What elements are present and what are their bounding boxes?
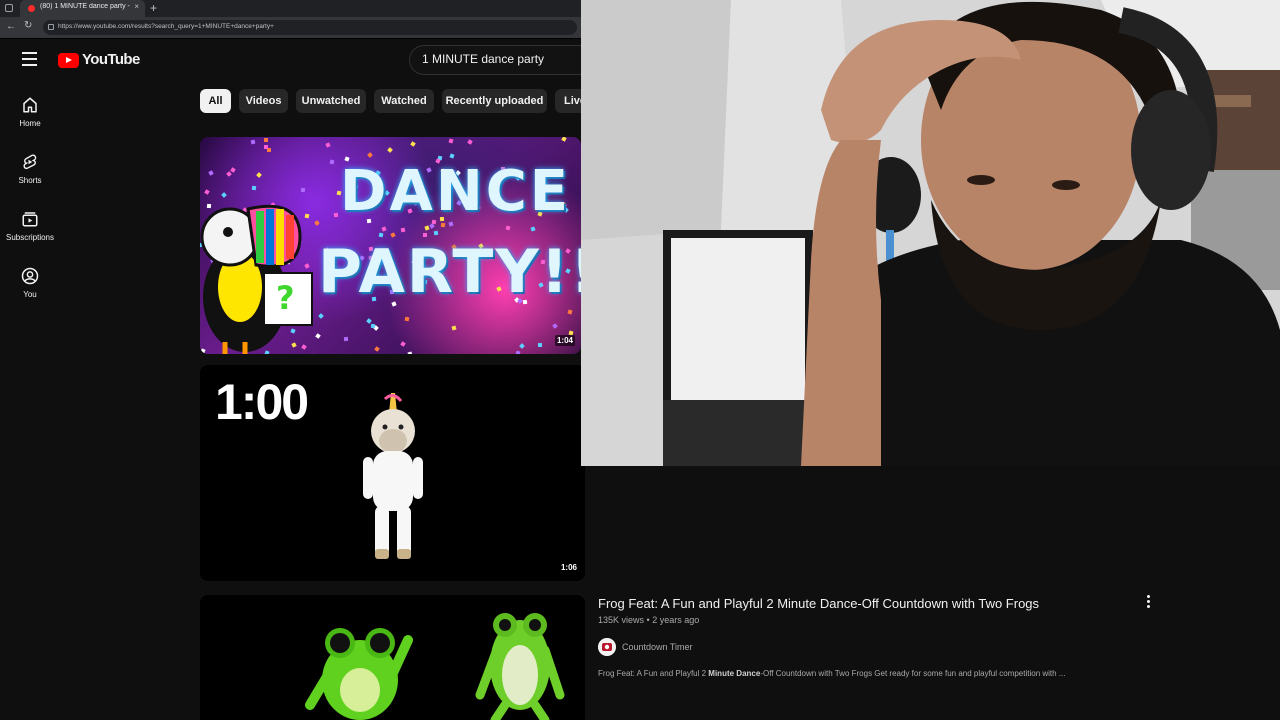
- unicorn-character-image: [363, 393, 423, 559]
- desc-highlight: Minute Dance: [708, 669, 761, 678]
- confetti-piece: [505, 225, 511, 231]
- channel-name-link[interactable]: Countdown Timer: [622, 642, 693, 652]
- sidebar-item-subscriptions[interactable]: Subscriptions: [0, 210, 60, 242]
- tab-close-icon[interactable]: ×: [134, 2, 139, 11]
- tab-search-icon[interactable]: [5, 4, 13, 12]
- confetti-piece: [537, 342, 543, 347]
- confetti-piece: [343, 336, 349, 342]
- duration-badge: 1:04: [554, 335, 575, 346]
- confetti-piece: [428, 223, 435, 229]
- sidebar-item-label: You: [23, 290, 37, 299]
- confetti-piece: [387, 147, 394, 154]
- chip-all[interactable]: All: [200, 89, 231, 113]
- webcam-person-image: [581, 0, 1280, 466]
- address-bar-url[interactable]: https://www.youtube.com/results?search_q…: [58, 23, 274, 30]
- sidebar-item-home[interactable]: Home: [0, 96, 60, 128]
- chip-recently-uploaded[interactable]: Recently uploaded: [442, 89, 547, 113]
- thumbnail-title-line-2: PARTY!!!: [318, 237, 581, 307]
- menu-icon[interactable]: [22, 52, 37, 66]
- confetti-piece: [423, 225, 430, 231]
- confetti-piece: [449, 153, 456, 159]
- youtube-favicon-icon: [28, 5, 35, 12]
- thumbnail-title-line-1: DANCE: [340, 159, 572, 224]
- chip-videos[interactable]: Videos: [239, 89, 288, 113]
- search-query-text[interactable]: 1 MINUTE dance party: [422, 52, 544, 66]
- video-metadata: 135K views • 2 years ago: [598, 615, 699, 625]
- sidebar-item-label: Subscriptions: [5, 233, 55, 242]
- desc-text: -Off Countdown with Two Frogs Get ready …: [760, 669, 1066, 678]
- confetti-piece: [381, 226, 387, 232]
- chip-watched[interactable]: Watched: [374, 89, 434, 113]
- confetti-piece: [410, 141, 417, 147]
- confetti-piece: [529, 226, 536, 232]
- chip-unwatched[interactable]: Unwatched: [296, 89, 366, 113]
- confetti-piece: [329, 159, 334, 165]
- confetti-piece: [373, 346, 380, 352]
- confetti-piece: [561, 137, 567, 143]
- duration-badge: 1:06: [558, 562, 579, 573]
- logo-text: YouTube: [82, 51, 140, 68]
- confetti-piece: [448, 138, 454, 144]
- account-icon: [21, 267, 39, 285]
- confetti-piece: [567, 309, 573, 315]
- browser-tab[interactable]: (80) 1 MINUTE dance party - You ×: [20, 0, 145, 17]
- home-icon: [23, 97, 37, 113]
- confetti-piece: [400, 340, 406, 347]
- sidebar-item-you[interactable]: You: [0, 267, 60, 299]
- upload-age: 2 years ago: [652, 615, 700, 625]
- confetti-piece: [467, 139, 474, 145]
- shorts-icon: [23, 154, 37, 170]
- webcam-overlay: [581, 0, 1280, 466]
- video-title-link[interactable]: Frog Feat: A Fun and Playful 2 Minute Da…: [598, 596, 1039, 611]
- confetti-piece: [519, 343, 525, 349]
- frogs-image: [305, 613, 565, 720]
- svg-text:?: ?: [276, 279, 295, 317]
- thumbnail-timer-text: 1:00: [215, 374, 309, 430]
- confetti-piece: [433, 230, 439, 236]
- confetti-piece: [333, 212, 339, 218]
- video-thumbnail-unicorn[interactable]: 1:00 1:06: [200, 365, 585, 581]
- toucan-mascot-image: ?: [200, 204, 313, 354]
- confetti-piece: [400, 228, 406, 233]
- desc-text: Frog Feat: A Fun and Playful 2: [598, 669, 709, 678]
- confetti-piece: [407, 351, 413, 354]
- confetti-piece: [366, 152, 373, 159]
- sidebar-item-label: Home: [19, 119, 41, 128]
- confetti-piece: [515, 350, 521, 354]
- confetti-piece: [552, 322, 558, 329]
- site-info-icon[interactable]: [48, 24, 54, 30]
- sidebar-item-shorts[interactable]: Shorts: [0, 153, 60, 185]
- youtube-play-icon: [58, 53, 79, 68]
- confetti-piece: [325, 142, 331, 148]
- video-thumbnail-frogs[interactable]: [200, 595, 585, 720]
- back-icon[interactable]: ←: [6, 21, 16, 32]
- video-description-snippet: Frog Feat: A Fun and Playful 2 Minute Da…: [598, 669, 1066, 678]
- channel-avatar-icon: [598, 638, 616, 656]
- subscriptions-icon: [22, 212, 38, 227]
- more-actions-icon[interactable]: [1145, 595, 1151, 610]
- tab-title: (80) 1 MINUTE dance party - You: [40, 3, 130, 10]
- confetti-piece: [451, 325, 457, 331]
- sidebar-item-label: Shorts: [18, 176, 42, 185]
- new-tab-button[interactable]: +: [150, 0, 157, 17]
- reload-icon[interactable]: ↻: [24, 20, 32, 31]
- video-thumbnail-dance-party[interactable]: ? DANCE PARTY!!! 1:04: [200, 137, 581, 354]
- confetti-piece: [404, 316, 410, 322]
- channel-avatar[interactable]: [598, 638, 616, 656]
- view-count: 135K views: [598, 615, 645, 625]
